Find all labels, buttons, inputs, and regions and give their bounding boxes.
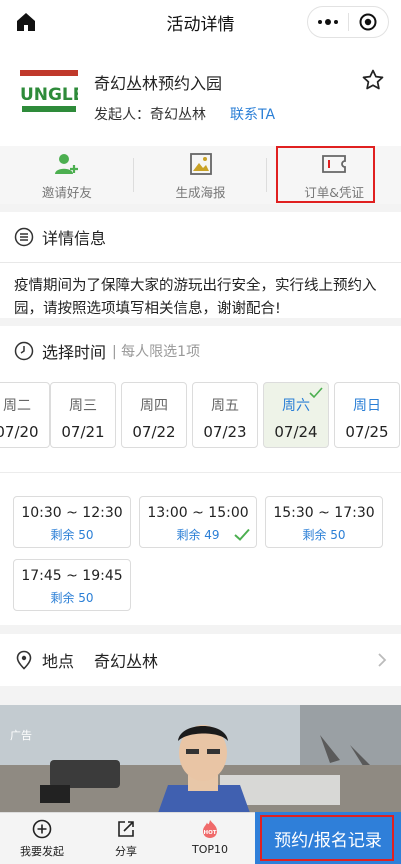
- location-label: 地点: [42, 652, 75, 671]
- location-value: 奇幻丛林: [94, 652, 159, 671]
- tab-top10[interactable]: HOT TOP10: [168, 813, 252, 864]
- list-icon: [14, 227, 34, 247]
- close-target-icon[interactable]: [349, 12, 389, 32]
- schedule-heading: 选择时间: [42, 343, 107, 362]
- event-title: 奇幻丛林预约入园: [94, 74, 223, 93]
- day-option[interactable]: 周日 07/25: [334, 382, 400, 448]
- organizer-text: 发起人：奇幻丛林: [94, 107, 206, 123]
- home-icon[interactable]: [14, 10, 38, 34]
- chevron-right-icon: [378, 653, 387, 667]
- invite-friend-icon: [54, 154, 78, 174]
- day-option[interactable]: 周二 07/20: [0, 382, 50, 448]
- invite-friend-button[interactable]: 邀请好友: [0, 146, 134, 204]
- nav-bar: 活动详情: [0, 0, 401, 44]
- contact-link[interactable]: 联系TA: [230, 104, 275, 124]
- svg-text:HOT: HOT: [203, 830, 216, 836]
- schedule-card: 选择时间 | 每人限选1项 周二 07/20 周三 07/21 周四 07/22…: [0, 326, 401, 625]
- favorite-star-icon[interactable]: [361, 68, 385, 92]
- time-slot[interactable]: 17:45 ~ 19:45 剩余 50: [13, 559, 131, 611]
- generate-poster-button[interactable]: 生成海报: [134, 146, 268, 204]
- time-slot[interactable]: 15:30 ~ 17:30 剩余 50: [265, 496, 383, 548]
- day-option[interactable]: 周五 07/23: [192, 382, 258, 448]
- ad-video-image: [0, 705, 401, 813]
- share-icon: [118, 821, 134, 837]
- time-slot-selected[interactable]: 13:00 ~ 15:00 剩余 49: [139, 496, 257, 548]
- details-card: 详情信息 疫情期间为了保障大家的游玩出行安全，实行线上预约入园，请按照选项填写相…: [0, 212, 401, 318]
- tab-start-event[interactable]: 我要发起: [0, 813, 84, 864]
- check-icon: [309, 387, 323, 399]
- day-selector: 周二 07/20 周三 07/21 周四 07/22 周五 07/23 周六 0…: [0, 382, 401, 448]
- jungle-logo: JUNGLE: [20, 70, 78, 112]
- location-pin-icon: [16, 650, 32, 670]
- day-option[interactable]: 周四 07/22: [121, 382, 187, 448]
- time-slot[interactable]: 10:30 ~ 12:30 剩余 50: [13, 496, 131, 548]
- mini-program-capsule: [307, 6, 389, 38]
- details-text: 疫情期间为了保障大家的游玩出行安全，实行线上预约入园，请按照选项填写相关信息，谢…: [14, 278, 377, 317]
- day-option[interactable]: 周三 07/21: [50, 382, 116, 448]
- tab-share[interactable]: 分享: [84, 813, 168, 864]
- hot-icon: HOT: [203, 820, 217, 838]
- ad-label: 广告: [10, 729, 32, 742]
- page-title: 活动详情: [166, 14, 235, 35]
- check-icon: [234, 528, 250, 541]
- logo-text: JUNGLE: [20, 85, 78, 105]
- highlight-box: [260, 815, 394, 861]
- location-row[interactable]: 地点 奇幻丛林: [0, 634, 401, 686]
- details-heading: 详情信息: [42, 229, 107, 248]
- clock-icon: [14, 341, 34, 361]
- more-icon[interactable]: [308, 19, 348, 25]
- day-option-selected[interactable]: 周六 07/24: [263, 382, 329, 448]
- ad-banner[interactable]: 广告: [0, 705, 401, 813]
- plus-circle-icon: [32, 819, 52, 839]
- poster-icon: [189, 153, 212, 175]
- schedule-note: | 每人限选1项: [112, 344, 201, 360]
- highlight-box: [276, 146, 375, 203]
